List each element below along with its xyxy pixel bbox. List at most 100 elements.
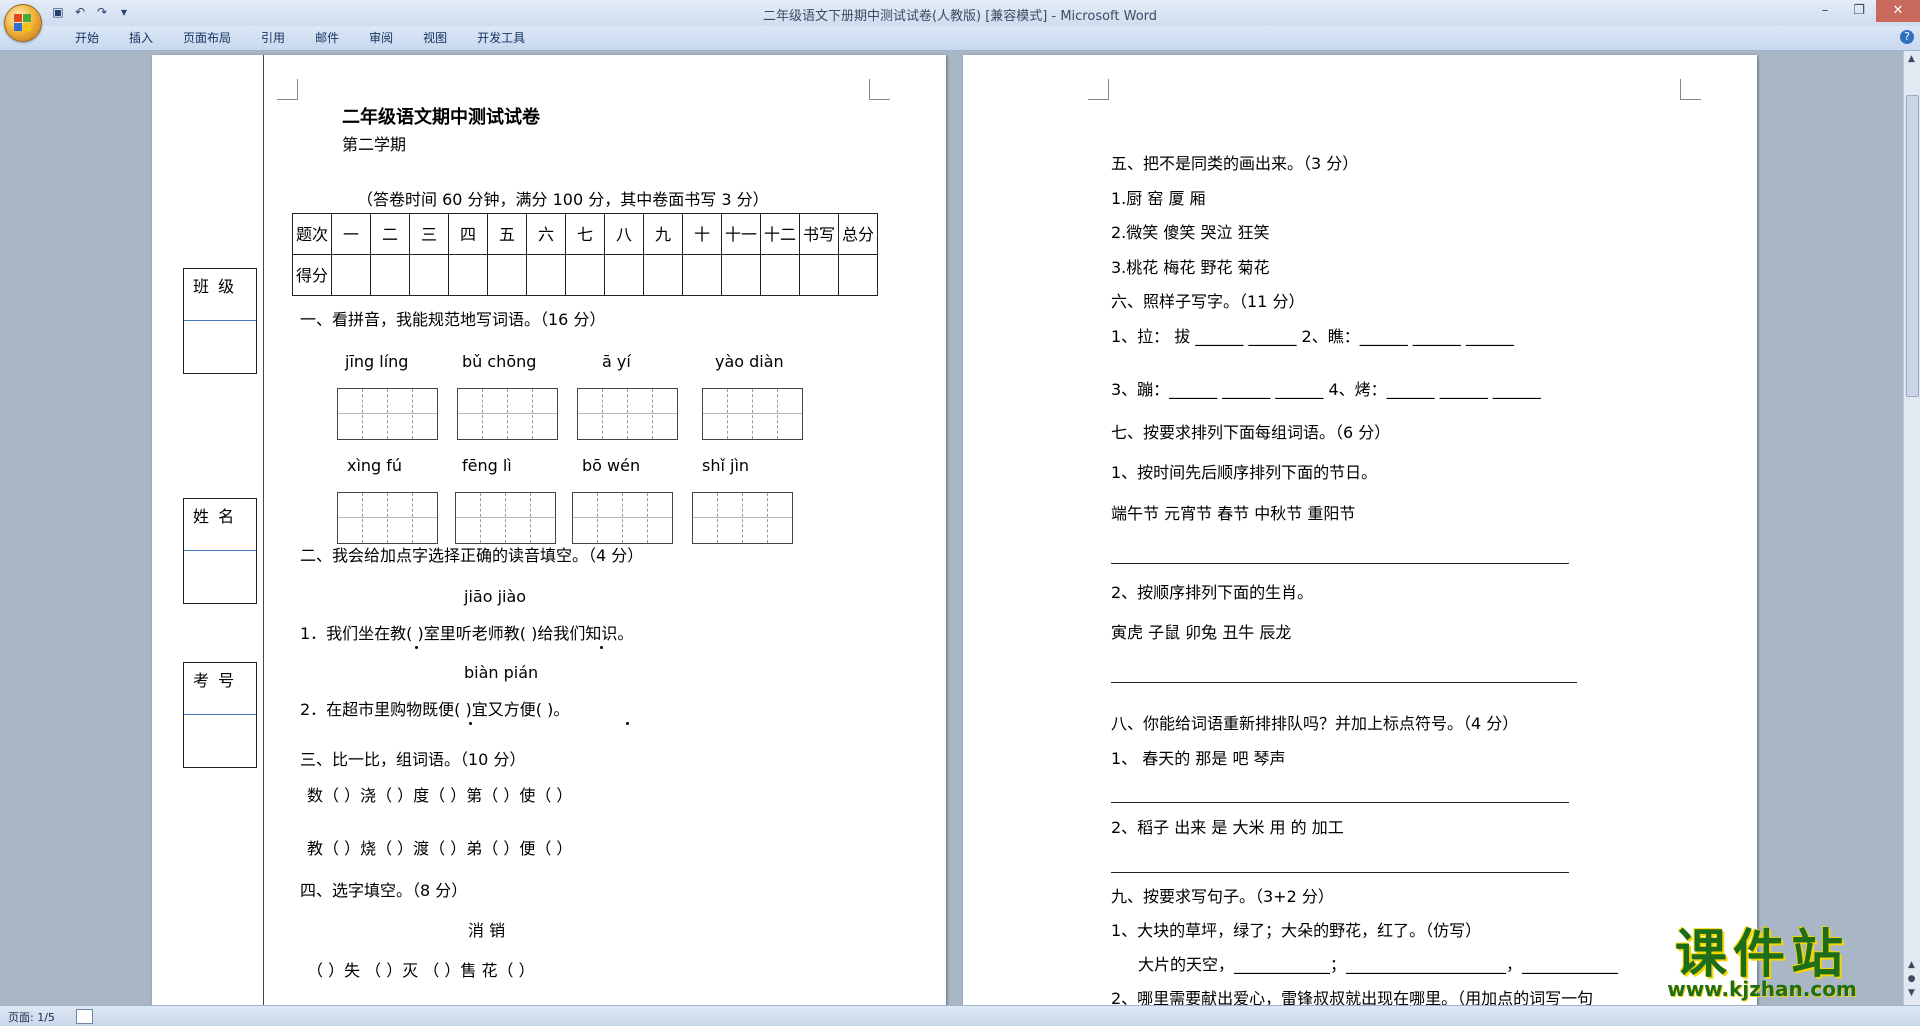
writing-grid[interactable]: [455, 492, 556, 544]
table-cell[interactable]: [604, 254, 644, 296]
tab-page-layout[interactable]: 页面布局: [168, 30, 246, 46]
tab-home[interactable]: 开始: [60, 30, 114, 46]
q7-festivals: 端午节 元宵节 春节 中秋节 重阳节: [1111, 504, 1356, 523]
answer-line[interactable]: [1111, 802, 1569, 803]
emphasis-dot: [626, 722, 629, 725]
scroll-thumb[interactable]: [1906, 95, 1919, 397]
answer-line[interactable]: [1111, 563, 1569, 564]
tab-review[interactable]: 审阅: [354, 30, 408, 46]
pinyin: shǐ jìn: [702, 456, 750, 475]
table-cell: 一: [331, 213, 371, 255]
document-page-1[interactable]: 班 级 姓 名 考 号 二年级语文期中测试试卷 第二学期 （答卷时间 60 分钟…: [152, 55, 946, 1015]
scroll-up-icon[interactable]: ▲: [1905, 53, 1918, 65]
table-cell: 八: [604, 213, 644, 255]
q4-row: （ ）失 （ ）灭 （ ）售 花（ ）: [307, 961, 535, 980]
crop-mark: [1680, 79, 1701, 100]
table-cell: 二: [370, 213, 410, 255]
name-label: 姓 名: [184, 499, 256, 551]
table-cell[interactable]: [448, 254, 488, 296]
table-cell[interactable]: [565, 254, 605, 296]
close-icon[interactable]: ✕: [1876, 0, 1920, 22]
q2-sentence-1: 1．我们坐在教( )室里听老师教( )给我们知识。: [300, 624, 634, 643]
table-cell: 十: [682, 213, 722, 255]
q9-row-2: 大片的天空，____________；____________________，…: [1138, 955, 1619, 974]
score-table: 题次 一 二 三 四 五 六 七 八 九 十 十一 十二 书写 总分 得分: [292, 213, 878, 296]
next-page-icon[interactable]: ▼: [1905, 987, 1918, 999]
semester-label: 第二学期: [342, 135, 407, 154]
browse-object-icon[interactable]: ●: [1905, 973, 1918, 985]
tab-references[interactable]: 引用: [246, 30, 300, 46]
answer-line[interactable]: [1111, 682, 1577, 683]
table-cell[interactable]: [682, 254, 722, 296]
q8-heading: 八、你能给词语重新排排队吗？并加上标点符号。（4 分）: [1111, 714, 1519, 733]
table-cell: 五: [487, 213, 527, 255]
tab-developer[interactable]: 开发工具: [462, 30, 540, 46]
office-button[interactable]: [4, 4, 42, 42]
ribbon-tabs: 开始 插入 页面布局 引用 邮件 审阅 视图 开发工具: [60, 30, 540, 46]
answer-line[interactable]: [1111, 872, 1569, 873]
pinyin: ā yí: [602, 352, 631, 371]
pinyin: xìng fú: [347, 456, 403, 475]
prev-page-icon[interactable]: ▲: [1905, 959, 1918, 971]
q4-heading: 四、选字填空。（8 分）: [300, 881, 468, 900]
q7-zodiac: 寅虎 子鼠 卯兔 丑牛 辰龙: [1111, 623, 1292, 642]
q7-sub-2: 2、按顺序排列下面的生肖。: [1111, 583, 1314, 602]
table-cell: 得分: [292, 254, 332, 296]
table-cell[interactable]: [643, 254, 683, 296]
table-cell: 十一: [721, 213, 761, 255]
pinyin: biàn pián: [464, 663, 539, 682]
site-watermark: 课件站 www.kjzhan.com: [1642, 925, 1882, 1001]
crop-mark: [1088, 79, 1109, 100]
table-cell[interactable]: [370, 254, 410, 296]
page-count[interactable]: 页面: 1/5: [8, 1009, 55, 1025]
emphasis-dot: [600, 646, 603, 649]
table-cell[interactable]: [721, 254, 761, 296]
writing-grid[interactable]: [572, 492, 673, 544]
table-cell[interactable]: [838, 254, 878, 296]
table-cell[interactable]: [487, 254, 527, 296]
table-cell: 十二: [760, 213, 800, 255]
q6-heading: 六、照样子写字。（11 分）: [1111, 292, 1305, 311]
table-cell: 三: [409, 213, 449, 255]
class-label: 班 级: [184, 269, 256, 321]
office-logo-icon: [14, 14, 32, 32]
writing-grid[interactable]: [577, 388, 678, 440]
vertical-scrollbar[interactable]: ▲ ▲ ● ▼: [1903, 51, 1920, 1005]
table-cell[interactable]: [409, 254, 449, 296]
q7-heading: 七、按要求排列下面每组词语。（6 分）: [1111, 423, 1391, 442]
tab-mailings[interactable]: 邮件: [300, 30, 354, 46]
proofing-icon[interactable]: [76, 1009, 93, 1024]
writing-grid[interactable]: [457, 388, 558, 440]
class-box: 班 级: [183, 268, 257, 374]
table-cell[interactable]: [760, 254, 800, 296]
emphasis-dot: [415, 646, 418, 649]
title-bar: ▣ ↶ ↷ ▾ 二年级语文下册期中测试试卷(人教版) [兼容模式] - Micr…: [0, 0, 1920, 27]
q3-heading: 三、比一比，组词语。（10 分）: [300, 750, 526, 769]
q6-row-2: 3、蹦：______ ______ ______ 4、烤：______ ____…: [1111, 380, 1541, 399]
minimize-icon[interactable]: –: [1808, 0, 1842, 22]
table-cell[interactable]: [799, 254, 839, 296]
q8-row-1: 1、 春天的 那是 吧 琴声: [1111, 749, 1286, 768]
maximize-icon[interactable]: ❐: [1842, 0, 1876, 22]
table-cell: 九: [643, 213, 683, 255]
document-page-2[interactable]: 五、把不是同类的画出来。（3 分） 1.厨 窑 厦 厢 2.微笑 傻笑 哭泣 狂…: [963, 55, 1757, 1015]
help-icon[interactable]: ?: [1900, 30, 1914, 44]
writing-grid[interactable]: [702, 388, 803, 440]
q9-row-1: 1、大块的草坪，绿了；大朵的野花，红了。（仿写）: [1111, 921, 1482, 940]
table-row: 题次 一 二 三 四 五 六 七 八 九 十 十一 十二 书写 总分: [292, 213, 878, 255]
table-cell[interactable]: [331, 254, 371, 296]
q5-row: 1.厨 窑 厦 厢: [1111, 189, 1206, 208]
exam-number-label: 考 号: [184, 663, 256, 715]
writing-grid[interactable]: [337, 492, 438, 544]
table-cell: 题次: [292, 213, 332, 255]
tab-insert[interactable]: 插入: [114, 30, 168, 46]
table-cell[interactable]: [526, 254, 566, 296]
name-box: 姓 名: [183, 498, 257, 604]
writing-grid[interactable]: [337, 388, 438, 440]
binding-line: [263, 55, 264, 1015]
q7-sub-1: 1、按时间先后顺序排列下面的节日。: [1111, 463, 1378, 482]
q3-row-1: 数（ ）浇（ ）度（ ）第（ ）使（ ）: [307, 786, 573, 805]
writing-grid[interactable]: [692, 492, 793, 544]
tab-view[interactable]: 视图: [408, 30, 462, 46]
table-row: 得分: [292, 254, 878, 296]
